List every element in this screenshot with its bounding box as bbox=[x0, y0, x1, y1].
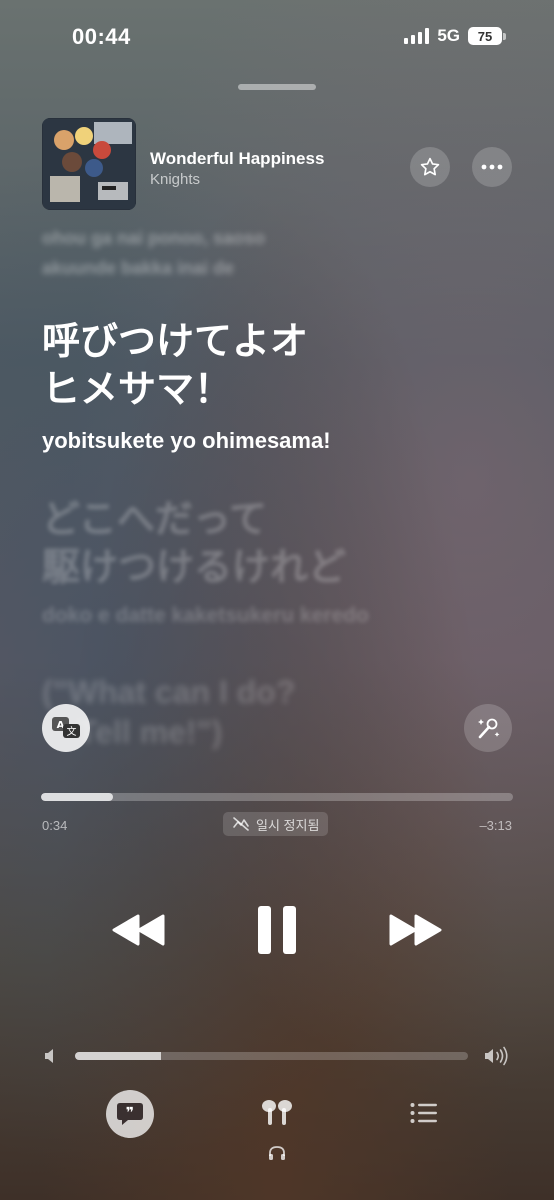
cellular-signal-icon bbox=[404, 28, 430, 44]
artist-name[interactable]: Knights bbox=[150, 171, 200, 188]
rewind-icon bbox=[112, 914, 165, 946]
song-title[interactable]: Wonderful Happiness bbox=[150, 149, 324, 169]
pause-button[interactable] bbox=[256, 904, 298, 961]
album-artwork-image bbox=[42, 118, 136, 210]
lyric-next-text: どこへだって bbox=[42, 499, 267, 541]
airpods-icon bbox=[262, 1100, 292, 1125]
lyrics-button[interactable]: ❞ bbox=[106, 1090, 154, 1138]
headphones-icon bbox=[268, 1145, 286, 1166]
rewind-button[interactable] bbox=[112, 912, 166, 953]
volume-low-icon bbox=[44, 1048, 58, 1069]
translate-button[interactable]: A 文 bbox=[42, 704, 90, 752]
svg-text:文: 文 bbox=[67, 725, 77, 738]
star-icon bbox=[420, 157, 440, 176]
more-button[interactable] bbox=[472, 147, 512, 187]
more-icon bbox=[481, 164, 503, 170]
svg-text:❞: ❞ bbox=[126, 1105, 134, 1121]
lyric-current-romaji[interactable]: yobitsukete yo ohimesama! bbox=[42, 428, 331, 454]
queue-button[interactable] bbox=[410, 1102, 438, 1129]
sheet-grabber[interactable] bbox=[238, 84, 316, 90]
album-artwork[interactable] bbox=[42, 118, 136, 210]
lyric-current-text: 呼びつけてよオ bbox=[42, 321, 309, 363]
paused-status-label: 일시 정지됨 bbox=[256, 817, 320, 833]
lyric-next-line[interactable]: どこへだって 駆けつけるけれど bbox=[42, 496, 346, 592]
lyric-current-text: ヒメサマ！ bbox=[42, 369, 233, 411]
audio-off-icon bbox=[233, 817, 249, 831]
battery-icon: 75 bbox=[468, 27, 506, 45]
playback-progress-fill bbox=[41, 793, 114, 801]
lyric-next-text: ("What can I do? bbox=[42, 674, 296, 710]
elapsed-time: 0:34 bbox=[42, 818, 68, 833]
translate-icon: A 文 bbox=[52, 717, 80, 738]
lyric-next-text: 駆けつけるけれど bbox=[42, 547, 347, 589]
status-indicators: 5G 75 bbox=[404, 26, 506, 46]
volume-slider[interactable] bbox=[75, 1052, 468, 1060]
paused-status-badge: 일시 정지됨 bbox=[223, 812, 329, 836]
lyric-next-romaji[interactable]: doko e datte kaketsukeru keredo bbox=[42, 604, 369, 628]
fast-forward-icon bbox=[389, 914, 442, 946]
volume-high-icon bbox=[484, 1046, 512, 1071]
lyric-current-line[interactable]: 呼びつけてよオ ヒメサマ！ bbox=[42, 318, 308, 414]
favorite-button[interactable] bbox=[410, 147, 450, 187]
microphone-sparkle-icon bbox=[478, 718, 500, 739]
network-type: 5G bbox=[437, 26, 460, 45]
playback-scrubber[interactable] bbox=[41, 793, 513, 801]
volume-fill bbox=[75, 1052, 162, 1060]
sing-button[interactable] bbox=[464, 704, 512, 752]
fast-forward-button[interactable] bbox=[388, 912, 442, 953]
list-icon bbox=[410, 1103, 437, 1123]
battery-level: 75 bbox=[468, 27, 502, 45]
airpods-button[interactable] bbox=[258, 1099, 296, 1132]
lyric-previous-line[interactable]: ohou ga nai ponoo, saoso bbox=[42, 228, 265, 249]
lyric-previous-line[interactable]: akuunde bakka inai de bbox=[42, 258, 234, 279]
pause-icon bbox=[258, 906, 296, 954]
remaining-time: –3:13 bbox=[479, 818, 512, 833]
quote-bubble-icon: ❞ bbox=[117, 1103, 143, 1125]
status-time: 00:44 bbox=[72, 24, 131, 49]
